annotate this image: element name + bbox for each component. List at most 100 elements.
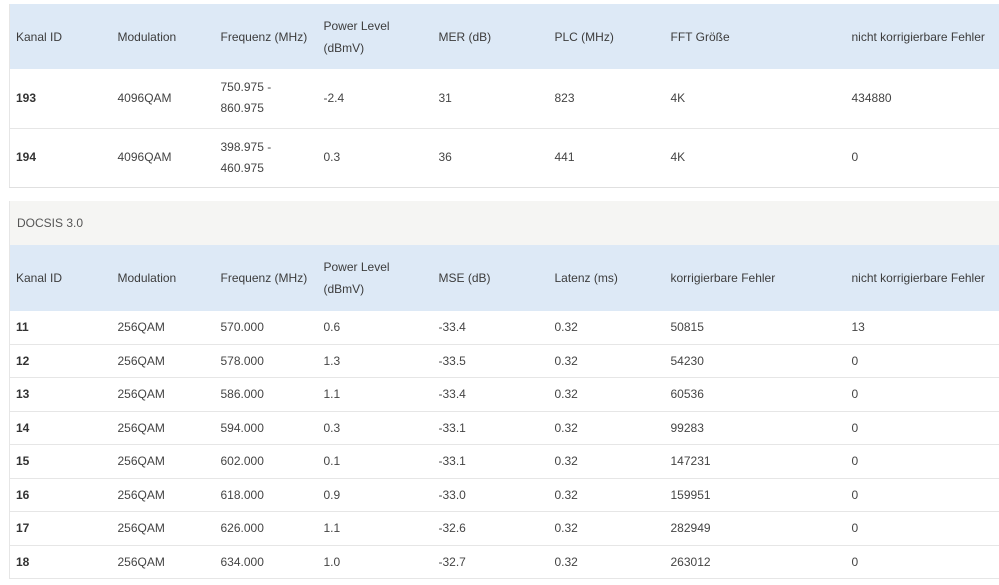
- correctable-errors: 60536: [664, 377, 846, 412]
- table-row: 14 256QAM 594.000 0.3 -33.1 0.32 99283 0: [9, 411, 999, 445]
- uncorrectable-errors: 0: [845, 344, 999, 378]
- table-row: 12 256QAM 578.000 1.3 -33.5 0.32 54230 0: [9, 344, 999, 378]
- power-level: 0.6: [317, 310, 433, 345]
- modulation: 256QAM: [111, 344, 215, 378]
- channel-id: 16: [9, 478, 112, 512]
- frequency: 634.000: [214, 545, 318, 579]
- table-header-row: Kanal ID Modulation Frequenz (MHz) Power…: [9, 244, 999, 311]
- correctable-errors: 99283: [664, 411, 846, 445]
- latency: 0.32: [548, 411, 665, 445]
- uncorrectable-errors: 434880: [845, 69, 999, 129]
- modulation: 256QAM: [111, 511, 215, 546]
- mse: -32.6: [432, 511, 549, 546]
- channel-id: 12: [9, 344, 112, 378]
- correctable-errors: 159951: [664, 478, 846, 512]
- table-row: 17 256QAM 626.000 1.1 -32.6 0.32 282949 …: [9, 511, 999, 546]
- table-header-row: Kanal ID Modulation Frequenz (MHz) Power…: [9, 4, 999, 69]
- column-header: MER (dB): [438, 29, 492, 44]
- channel-id: 18: [9, 545, 112, 579]
- channel-id: 11: [9, 310, 112, 345]
- channel-id: 15: [9, 444, 112, 479]
- power-level: -2.4: [317, 69, 433, 129]
- modulation: 256QAM: [111, 377, 215, 412]
- frequency: 750.975 -860.975: [214, 69, 318, 129]
- channel-status-page: Kanal ID Modulation Frequenz (MHz) Power…: [9, 4, 999, 579]
- uncorrectable-errors: 0: [845, 128, 999, 188]
- power-level: 0.9: [317, 478, 433, 512]
- table-row: 193 4096QAM 750.975 -860.975 -2.4 31 823…: [9, 69, 999, 129]
- modulation: 4096QAM: [111, 69, 215, 129]
- column-header: Frequenz (MHz): [220, 270, 308, 285]
- mse: -33.1: [432, 444, 549, 479]
- correctable-errors: 50815: [664, 310, 846, 345]
- uncorrectable-errors: 0: [845, 478, 999, 512]
- correctable-errors: 54230: [664, 344, 846, 378]
- column-header: Kanal ID: [16, 270, 63, 285]
- modulation: 256QAM: [111, 478, 215, 512]
- mse: -32.7: [432, 545, 549, 579]
- correctable-errors: 263012: [664, 545, 846, 579]
- latency: 0.32: [548, 344, 665, 378]
- column-header: PLC (MHz): [554, 29, 614, 44]
- modulation: 256QAM: [111, 310, 215, 345]
- column-header: Modulation: [117, 270, 177, 285]
- mer: 31: [432, 69, 549, 129]
- ofdm-channel-table: Kanal ID Modulation Frequenz (MHz) Power…: [9, 4, 999, 188]
- table-row: 18 256QAM 634.000 1.0 -32.7 0.32 263012 …: [9, 545, 999, 579]
- docsis30-channel-table: Kanal ID Modulation Frequenz (MHz) Power…: [9, 244, 999, 579]
- column-header: MSE (dB): [438, 270, 491, 285]
- column-header: Latenz (ms): [554, 270, 618, 285]
- frequency: 578.000: [214, 344, 318, 378]
- table-row: 194 4096QAM 398.975 -460.975 0.3 36 441 …: [9, 128, 999, 188]
- latency: 0.32: [548, 444, 665, 479]
- modulation: 256QAM: [111, 444, 215, 479]
- latency: 0.32: [548, 511, 665, 546]
- latency: 0.32: [548, 377, 665, 412]
- latency: 0.32: [548, 478, 665, 512]
- table-row: 13 256QAM 586.000 1.1 -33.4 0.32 60536 0: [9, 377, 999, 412]
- uncorrectable-errors: 0: [845, 511, 999, 546]
- latency: 0.32: [548, 310, 665, 345]
- table-row: 15 256QAM 602.000 0.1 -33.1 0.32 147231 …: [9, 444, 999, 479]
- plc: 441: [548, 128, 665, 188]
- table-row: 16 256QAM 618.000 0.9 -33.0 0.32 159951 …: [9, 478, 999, 512]
- table-row: 11 256QAM 570.000 0.6 -33.4 0.32 50815 1…: [9, 310, 999, 345]
- frequency: 618.000: [214, 478, 318, 512]
- channel-id: 194: [9, 128, 112, 188]
- uncorrectable-errors: 13: [845, 310, 999, 345]
- mer: 36: [432, 128, 549, 188]
- column-header: Modulation: [117, 29, 177, 44]
- uncorrectable-errors: 0: [845, 444, 999, 479]
- fft-size: 4K: [664, 69, 846, 129]
- column-header: Power Level (dBmV): [323, 259, 390, 296]
- mse: -33.5: [432, 344, 549, 378]
- uncorrectable-errors: 0: [845, 377, 999, 412]
- modulation: 256QAM: [111, 545, 215, 579]
- column-header: korrigierbare Fehler: [670, 270, 776, 285]
- frequency: 398.975 -460.975: [214, 128, 318, 188]
- channel-id: 13: [9, 377, 112, 412]
- frequency: 602.000: [214, 444, 318, 479]
- column-header: Kanal ID: [16, 29, 63, 44]
- power-level: 0.3: [317, 128, 433, 188]
- latency: 0.32: [548, 545, 665, 579]
- frequency: 594.000: [214, 411, 318, 445]
- column-header: Frequenz (MHz): [220, 29, 308, 44]
- mse: -33.4: [432, 377, 549, 412]
- power-level: 1.1: [317, 377, 433, 412]
- power-level: 1.0: [317, 545, 433, 579]
- mse: -33.4: [432, 310, 549, 345]
- mse: -33.0: [432, 478, 549, 512]
- power-level: 0.3: [317, 411, 433, 445]
- power-level: 0.1: [317, 444, 433, 479]
- docsis30-section-title: DOCSIS 3.0: [9, 200, 999, 245]
- frequency: 626.000: [214, 511, 318, 546]
- modulation: 256QAM: [111, 411, 215, 445]
- power-level: 1.3: [317, 344, 433, 378]
- channel-id: 193: [9, 69, 112, 129]
- plc: 823: [548, 69, 665, 129]
- frequency: 586.000: [214, 377, 318, 412]
- column-header: nicht korrigierbare Fehler: [851, 270, 985, 285]
- uncorrectable-errors: 0: [845, 545, 999, 579]
- channel-id: 14: [9, 411, 112, 445]
